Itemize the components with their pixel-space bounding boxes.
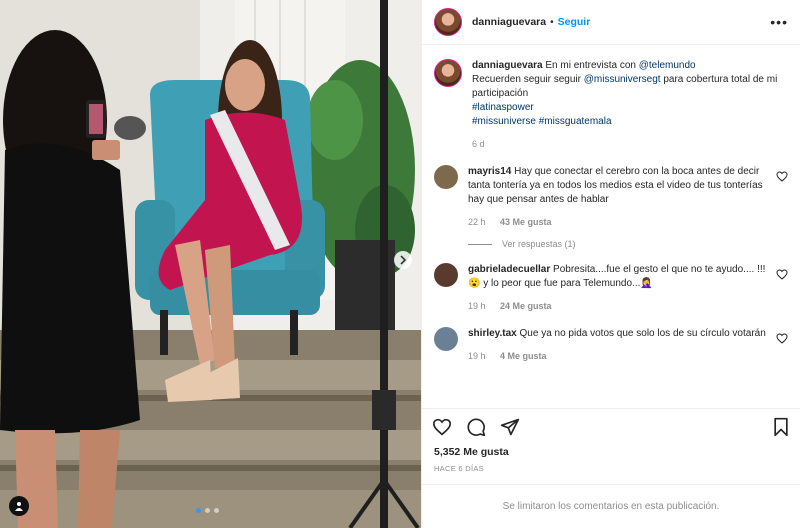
post-likes-count[interactable]: 5,352 Me gusta [422, 446, 800, 458]
caption-text: En mi entrevista con [545, 60, 639, 71]
comment-body: gabrieladecuellar Pobresita....fue el ge… [468, 263, 770, 313]
avatar[interactable] [434, 327, 458, 351]
comment-body: shirley.tax Que ya no pida votos que sol… [468, 327, 770, 363]
comment-time[interactable]: 22 h [468, 217, 486, 227]
comments-limited-notice: Se limitaron los comentarios en esta pub… [422, 484, 800, 528]
carousel-dot [214, 508, 219, 513]
comment-time[interactable]: 19 h [468, 301, 486, 311]
carousel-dot [205, 508, 210, 513]
caption-meta: 6 d [472, 137, 788, 151]
comment-likes[interactable]: 24 Me gusta [500, 301, 552, 311]
comment-meta: 19 h 4 Me gusta [468, 349, 770, 363]
caption-body: danniaguevara En mi entrevista con @tele… [472, 59, 788, 151]
hashtag-link[interactable]: #missuniverse [472, 116, 536, 127]
interview-photo [0, 0, 421, 528]
like-comment-heart-icon[interactable] [776, 269, 788, 280]
post-photo[interactable] [0, 0, 421, 528]
comment-time[interactable]: 19 h [468, 351, 486, 361]
comment-likes[interactable]: 4 Me gusta [500, 351, 547, 361]
comment-body: mayris14 Hay que conectar el cerebro con… [468, 165, 770, 229]
hashtag-link[interactable]: #latinaspower [472, 102, 534, 113]
bookmark-icon[interactable] [772, 417, 790, 437]
comment-text: Hay que conectar el cerebro con la boca … [468, 166, 763, 205]
comment: shirley.tax Que ya no pida votos que sol… [434, 327, 788, 363]
follow-button[interactable]: Seguir [558, 16, 591, 28]
view-replies-button[interactable]: Ver respuestas (1) [468, 239, 788, 249]
caption: danniaguevara En mi entrevista con @tele… [434, 59, 788, 151]
mention-link[interactable]: @missuniversegt [584, 74, 661, 85]
comment-meta: 22 h 43 Me gusta [468, 215, 770, 229]
avatar[interactable] [434, 8, 462, 36]
carousel-indicator [196, 508, 219, 513]
replies-line [468, 243, 492, 245]
comment-meta: 19 h 24 Me gusta [468, 299, 770, 313]
comment-text: Que ya no pida votos que solo los de su … [519, 328, 766, 339]
post-side-panel: danniaguevara • Seguir ••• danniaguevara… [421, 0, 800, 528]
avatar[interactable] [434, 59, 462, 87]
caption-username[interactable]: danniaguevara [472, 60, 543, 71]
like-heart-icon[interactable] [432, 418, 452, 436]
view-replies-label: Ver respuestas (1) [502, 239, 576, 249]
comment-bubble-icon[interactable] [466, 417, 486, 437]
like-comment-heart-icon[interactable] [776, 171, 788, 182]
like-comment-heart-icon[interactable] [776, 333, 788, 344]
post-actions [422, 408, 800, 444]
share-plane-icon[interactable] [500, 417, 520, 437]
comment-likes[interactable]: 43 Me gusta [500, 217, 552, 227]
caption-text: Recuerden seguir seguir [472, 74, 584, 85]
hashtag-link[interactable]: #missguatemala [539, 116, 612, 127]
tagged-users-button[interactable] [9, 496, 29, 516]
avatar[interactable] [434, 165, 458, 189]
chevron-right-icon [400, 255, 407, 265]
caption-time[interactable]: 6 d [472, 139, 485, 149]
post-author-username[interactable]: danniaguevara [472, 16, 546, 28]
separator-dot: • [550, 16, 554, 28]
comment: mayris14 Hay que conectar el cerebro con… [434, 165, 788, 229]
comment-username[interactable]: mayris14 [468, 166, 511, 177]
next-image-button[interactable] [394, 251, 412, 269]
comment-username[interactable]: shirley.tax [468, 328, 517, 339]
comments-section[interactable]: danniaguevara En mi entrevista con @tele… [422, 45, 800, 408]
comment-username[interactable]: gabrieladecuellar [468, 264, 550, 275]
carousel-dot [196, 508, 201, 513]
mention-link[interactable]: @telemundo [639, 60, 696, 71]
avatar[interactable] [434, 263, 458, 287]
more-options-icon[interactable]: ••• [770, 14, 788, 30]
post-header: danniaguevara • Seguir ••• [422, 0, 800, 45]
post-timestamp: HACE 6 DÍAS [434, 464, 484, 473]
person-icon [15, 502, 23, 511]
comment: gabrieladecuellar Pobresita....fue el ge… [434, 263, 788, 313]
